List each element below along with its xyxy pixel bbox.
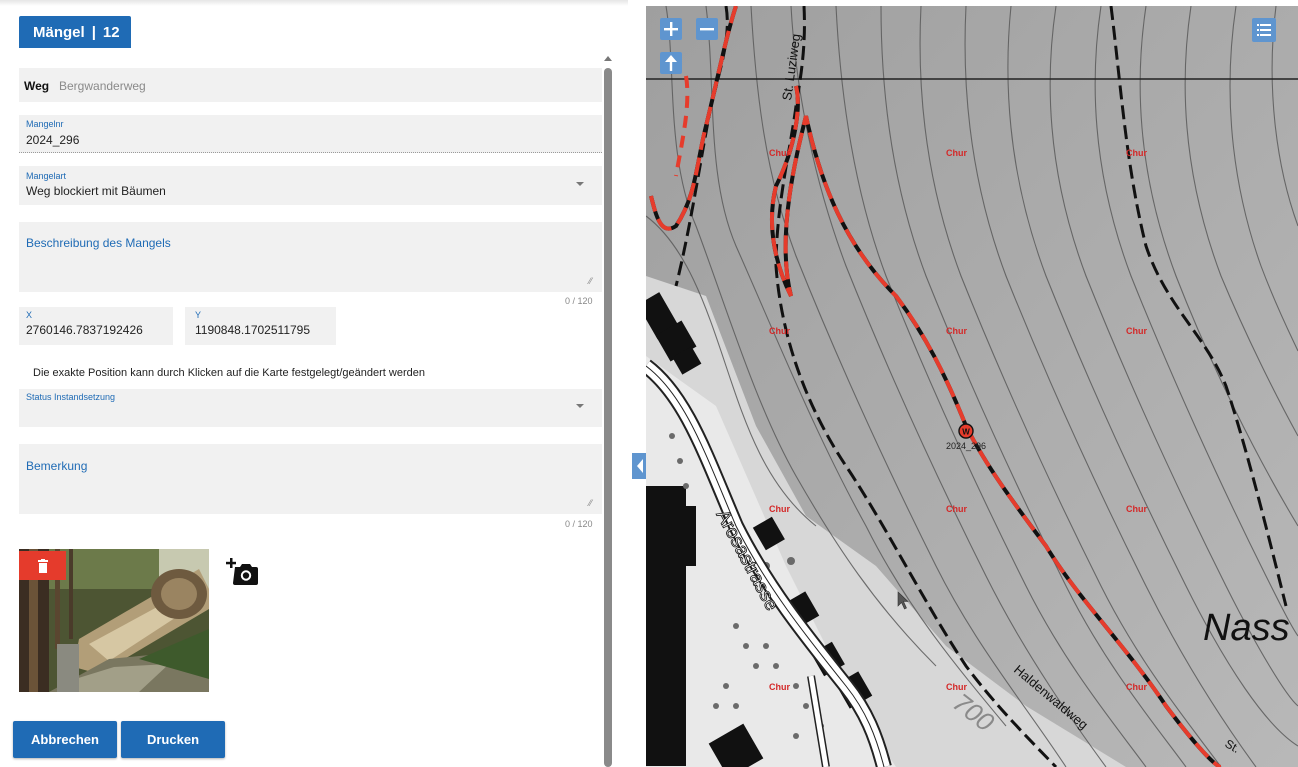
position-hint: Die exakte Position kann durch Klicken a… xyxy=(33,367,425,379)
beschreibung-counter: 0 / 120 xyxy=(565,296,593,306)
zoom-in-button[interactable] xyxy=(660,18,682,40)
zoom-out-button[interactable] xyxy=(696,18,718,40)
mangelnr-field[interactable]: Mangelnr 2024_296 xyxy=(19,115,602,153)
map-label-chur: Chur xyxy=(946,504,967,514)
beschreibung-placeholder: Beschreibung des Mangels xyxy=(26,236,171,250)
add-photo-button[interactable] xyxy=(226,558,262,588)
map-label-chur: Chur xyxy=(769,682,790,692)
y-value[interactable]: 1190848.1702511795 xyxy=(195,323,310,337)
map-label-chur: Chur xyxy=(769,148,790,158)
weg-field: Weg Bergwanderweg xyxy=(19,68,602,102)
resize-handle-icon[interactable]: ⁄⁄ xyxy=(589,276,592,286)
map-label-chur: Chur xyxy=(1126,682,1147,692)
weg-label: Weg xyxy=(24,79,50,93)
tab-count: 12 xyxy=(102,23,120,41)
north-arrow-button[interactable] xyxy=(660,52,682,74)
minus-icon xyxy=(700,28,714,31)
dropdown-arrow-icon[interactable] xyxy=(576,182,584,186)
beschreibung-textarea[interactable]: Beschreibung des Mangels ⁄⁄ xyxy=(19,222,602,292)
y-label: Y xyxy=(195,310,202,320)
mangelart-value: Weg blockiert mit Bäumen xyxy=(26,184,166,198)
map-label-chur: Chur xyxy=(769,504,790,514)
tab-maengel[interactable]: Mängel | 12 xyxy=(19,16,131,48)
resize-handle-icon[interactable]: ⁄⁄ xyxy=(589,498,592,508)
layers-button[interactable] xyxy=(1252,18,1276,42)
tab-label: Mängel xyxy=(33,23,85,41)
bemerkung-placeholder: Bemerkung xyxy=(26,459,88,473)
mangelnr-value[interactable]: 2024_296 xyxy=(26,133,79,147)
weg-value: Bergwanderweg xyxy=(59,79,146,93)
marker-label: 2024_296 xyxy=(946,441,986,451)
scroll-up-arrow-icon[interactable] xyxy=(604,56,612,61)
bemerkung-counter: 0 / 120 xyxy=(565,519,593,529)
map-label-chur: Chur xyxy=(946,148,967,158)
tab-separator: | xyxy=(91,23,96,41)
cancel-button[interactable]: Abbrechen xyxy=(13,721,117,758)
status-select[interactable]: Status Instandsetzung xyxy=(19,389,602,427)
north-arrow-icon xyxy=(665,55,677,71)
marker-symbol: W xyxy=(962,428,970,437)
x-label: X xyxy=(26,310,33,320)
bemerkung-textarea[interactable]: Bemerkung ⁄⁄ xyxy=(19,444,602,514)
plus-icon xyxy=(664,22,678,36)
field-underline xyxy=(19,152,602,153)
map-label-chur: Chur xyxy=(1126,326,1147,336)
add-camera-icon xyxy=(226,558,258,585)
top-shadow xyxy=(0,0,628,6)
x-value[interactable]: 2760146.7837192426 xyxy=(26,323,143,337)
dropdown-arrow-icon[interactable] xyxy=(576,404,584,408)
scrollbar-thumb[interactable] xyxy=(604,68,612,767)
map-label-nass: Nass xyxy=(1203,607,1290,649)
map-label-chur: Chur xyxy=(1126,148,1147,158)
trash-icon xyxy=(37,558,48,573)
topographic-map[interactable]: Chur Chur Chur Chur Chur Chur Chur Chur … xyxy=(646,6,1298,767)
map-label-chur: Chur xyxy=(946,326,967,336)
x-coordinate-field[interactable]: X 2760146.7837192426 xyxy=(19,307,173,345)
map-label-chur: Chur xyxy=(1126,504,1147,514)
mangelart-select[interactable]: Mangelart Weg blockiert mit Bäumen xyxy=(19,166,602,205)
map-label-chur: Chur xyxy=(769,326,790,336)
map-view[interactable]: Chur Chur Chur Chur Chur Chur Chur Chur … xyxy=(646,6,1298,767)
delete-photo-button[interactable] xyxy=(19,551,66,580)
y-coordinate-field[interactable]: Y 1190848.1702511795 xyxy=(185,307,336,345)
list-icon xyxy=(1257,24,1271,36)
mangelart-label: Mangelart xyxy=(26,171,67,181)
print-button[interactable]: Drucken xyxy=(121,721,225,758)
status-label: Status Instandsetzung xyxy=(26,392,116,402)
mangelnr-label: Mangelnr xyxy=(26,119,64,129)
defect-form-panel: Mängel | 12 Weg Bergwanderweg Mangelnr 2… xyxy=(0,0,628,767)
